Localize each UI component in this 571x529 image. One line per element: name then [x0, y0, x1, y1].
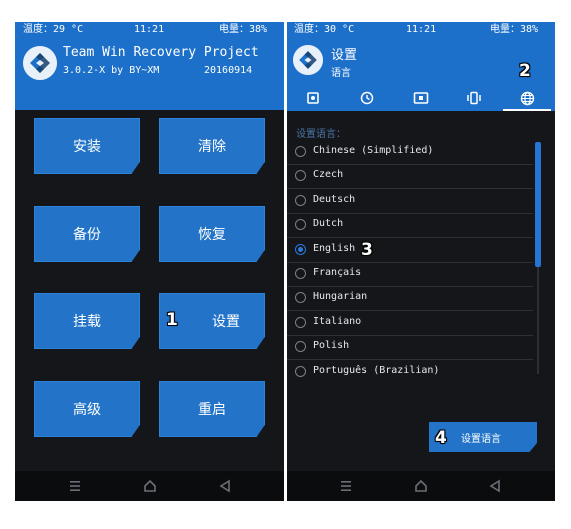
language-section-label: 设置语言： [296, 129, 346, 140]
language-option-label: Czech [313, 169, 344, 181]
radio-button[interactable] [295, 146, 306, 157]
radio-button[interactable] [295, 316, 306, 328]
home-icon[interactable] [413, 478, 429, 494]
twrp-logo-icon [23, 46, 57, 80]
radio-button[interactable] [295, 341, 306, 353]
radio-button[interactable] [295, 365, 306, 377]
navigation-bar [287, 471, 555, 501]
clock-text: 11:21 [134, 24, 165, 35]
radio-button[interactable] [295, 219, 306, 231]
time-zone-icon [360, 91, 374, 105]
language-option-label: Français [313, 267, 362, 278]
main-menu-screen: 温度：29 °C 11:21 电量：38% Team Win Recovery … [15, 22, 284, 501]
language-option-label: Polish [313, 340, 350, 352]
general-settings-icon [307, 92, 319, 104]
navigation-bar [15, 471, 284, 501]
language-option[interactable]: Chinese (Simplified) [287, 140, 533, 165]
temperature-text: 温度：29 °C [23, 24, 84, 35]
restore-button[interactable]: 恢复 [159, 206, 265, 262]
step-marker-4: 4 [435, 428, 447, 448]
scrollbar-thumb[interactable] [535, 142, 541, 267]
settings-tabs [287, 87, 555, 111]
language-globe-icon [520, 91, 534, 105]
app-header: 设置 语言 2 [287, 37, 555, 111]
language-option-label: Português (Brazilian) [313, 364, 440, 376]
language-option[interactable]: English [287, 238, 533, 263]
radio-button[interactable] [295, 292, 306, 304]
radio-button[interactable] [295, 243, 306, 255]
radio-button[interactable] [295, 194, 306, 206]
version-text: 3.0.2-X by BY~XM [63, 65, 160, 76]
language-option-label: Hungarian [313, 291, 368, 303]
twrp-logo-icon [293, 45, 323, 75]
language-option[interactable]: Português (Brazilian) [287, 360, 533, 377]
battery-text: 电量：38% [219, 24, 268, 35]
language-option[interactable]: Dutch [287, 213, 533, 239]
back-icon[interactable] [487, 478, 503, 494]
screen-subtitle: 语言 [331, 68, 351, 79]
language-option-label: English [313, 242, 356, 254]
language-option[interactable]: Français [287, 262, 533, 287]
step-marker-2: 2 [519, 61, 531, 81]
back-icon[interactable] [217, 478, 233, 494]
language-option[interactable]: Italiano [287, 311, 533, 336]
language-option-label: Deutsch [313, 193, 356, 205]
tab-language[interactable] [503, 87, 551, 111]
language-option-label: Chinese (Simplified) [313, 145, 434, 156]
menu-icon[interactable] [67, 478, 83, 494]
home-icon[interactable] [142, 478, 158, 494]
tab-time-zone[interactable] [343, 87, 391, 109]
radio-button[interactable] [295, 170, 306, 182]
status-bar: 温度：30 °C 11:21 电量：38% [287, 22, 555, 37]
language-option[interactable]: Hungarian [287, 286, 533, 312]
language-option-label: Italiano [313, 315, 362, 327]
clock-text: 11:21 [406, 24, 437, 35]
screen-title: 设置 [331, 48, 358, 63]
app-title: Team Win Recovery Project [63, 45, 259, 60]
language-list[interactable]: Chinese (Simplified) Czech Deutsch Dutch Eng… [287, 140, 533, 377]
tab-general[interactable] [289, 87, 337, 109]
menu-icon[interactable] [338, 478, 354, 494]
step-marker-1: 1 [166, 310, 178, 330]
reboot-button[interactable]: 重启 [159, 381, 265, 437]
tab-screen[interactable] [397, 87, 445, 109]
tab-vibration[interactable] [450, 87, 498, 109]
language-option[interactable]: Czech [287, 164, 533, 190]
language-option[interactable]: Deutsch [287, 189, 533, 214]
battery-text: 电量：38% [490, 24, 539, 35]
status-bar: 温度：29 °C 11:21 电量：38% [15, 22, 284, 37]
install-button[interactable]: 安装 [34, 118, 140, 174]
language-option[interactable]: Polish [287, 335, 533, 361]
build-date-text: 20160914 [204, 65, 253, 76]
mount-button[interactable]: 挂载 [34, 293, 140, 349]
advanced-button[interactable]: 高级 [34, 381, 140, 437]
step-marker-3: 3 [361, 240, 373, 260]
vibration-icon [467, 91, 481, 105]
screen-icon [413, 92, 429, 104]
app-header: Team Win Recovery Project 3.0.2-X by BY~… [15, 37, 284, 110]
temperature-text: 温度：30 °C [294, 24, 355, 35]
language-option-label: Dutch [313, 218, 344, 230]
wipe-button[interactable]: 清除 [159, 118, 265, 174]
radio-button[interactable] [295, 268, 306, 279]
backup-button[interactable]: 备份 [34, 206, 140, 262]
language-settings-screen: 温度：30 °C 11:21 电量：38% 设置 语言 2 设置语言： Chin… [287, 22, 555, 501]
